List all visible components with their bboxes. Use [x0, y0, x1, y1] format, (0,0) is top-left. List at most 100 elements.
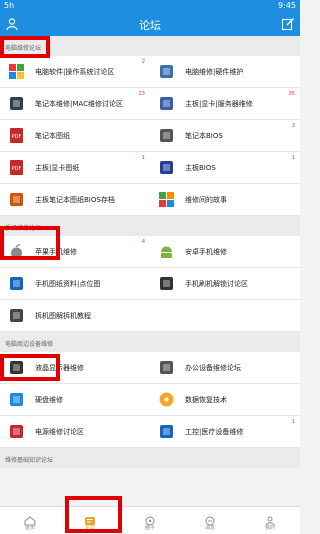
- status-bar: 5h 9:45: [0, 0, 300, 12]
- forum-board-item[interactable]: 办公设备维修论坛: [150, 352, 300, 383]
- windows-icon: [8, 63, 25, 80]
- forum-row: 手机图纸资料|点位图 手机刷机解锁讨论区: [0, 268, 300, 300]
- forum-board-item[interactable]: 电脑软件|操作系统讨论区 2: [0, 56, 150, 87]
- tab-label: 圈子: [144, 525, 155, 531]
- pdf-icon: PDF: [8, 127, 25, 144]
- disc-icon: [158, 391, 175, 408]
- circle-icon: [144, 511, 156, 526]
- forum-board-item[interactable]: 主板|显卡|服务器维修 35: [150, 88, 300, 119]
- forum-board-item[interactable]: 手机刷机解锁讨论区: [150, 268, 300, 299]
- forum-row: 苹果手机维修 4 安卓手机维修: [0, 236, 300, 268]
- apple-icon: [8, 243, 25, 260]
- forum-board-item[interactable]: 主板笔记本图纸BIOS存档: [0, 184, 150, 215]
- svg-text:PDF: PDF: [12, 134, 22, 140]
- forum-board-item[interactable]: 电源维修讨论区: [0, 416, 150, 447]
- forum-icon: [84, 511, 96, 525]
- forum-board-item[interactable]: 主板BIOS 1: [150, 152, 300, 183]
- forum-row: 电源维修讨论区 工控|医疗设备维修 1: [0, 416, 300, 448]
- monitor-icon: [8, 359, 25, 376]
- server-icon: [158, 95, 175, 112]
- forum-row: 电脑软件|操作系统讨论区 2 电脑维修|硬件维护: [0, 56, 300, 88]
- tab-label: 论坛: [84, 525, 95, 531]
- forum-board-label: 维修间的故事: [185, 196, 227, 204]
- section-header: 手机维修论坛: [0, 216, 300, 236]
- new-post-count-badge: 35: [288, 91, 295, 97]
- forum-board-item[interactable]: 手机图纸资料|点位图: [0, 268, 150, 299]
- forum-board-item[interactable]: 液晶显示器维修: [0, 352, 150, 383]
- section-title: 电脑周边设备维修: [5, 341, 54, 348]
- forum-board-item[interactable]: 安卓手机维修: [150, 236, 300, 267]
- new-post-count-badge: 2: [141, 59, 145, 65]
- bios-icon: [158, 159, 175, 176]
- forum-board-item[interactable]: 数据恢复技术: [150, 384, 300, 415]
- forum-list: 电脑维修论坛电脑软件|操作系统讨论区 2 电脑维修|硬件维护笔记本维修|MAC维修讨…: [0, 36, 300, 506]
- android-icon: [158, 243, 175, 260]
- section-title: 电脑维修论坛: [5, 45, 42, 52]
- tab-profile[interactable]: 我的: [240, 507, 300, 534]
- tab-home[interactable]: 首页: [0, 507, 60, 534]
- story-icon: [158, 191, 175, 208]
- forum-board-label: 硬盘维修: [35, 396, 63, 404]
- forum-board-label: 主板|显卡图纸: [35, 164, 80, 172]
- forum-board-label: 手机图纸资料|点位图: [35, 280, 101, 288]
- forum-board-item[interactable]: 电脑维修|硬件维护: [150, 56, 300, 87]
- tab-message[interactable]: 消息: [180, 507, 240, 534]
- forum-board-item[interactable]: 苹果手机维修 4: [0, 236, 150, 267]
- new-post-count-badge: 1: [141, 155, 145, 161]
- forum-row: 硬盘维修 数据恢复技术: [0, 384, 300, 416]
- forum-row: 拆机图解拆机教程: [0, 300, 300, 332]
- forum-board-item[interactable]: PDF 主板|显卡图纸 1: [0, 152, 150, 183]
- forum-board-item[interactable]: 工控|医疗设备维修 1: [150, 416, 300, 447]
- new-post-count-badge: 1: [291, 155, 295, 161]
- forum-row: PDF 主板|显卡图纸 1 主板BIOS 1: [0, 152, 300, 184]
- message-icon: [204, 511, 216, 526]
- new-post-count-badge: 4: [141, 239, 145, 245]
- pc-icon: [158, 63, 175, 80]
- home-icon: [24, 511, 36, 526]
- forum-board-item[interactable]: 拆机图解拆机教程: [0, 300, 150, 331]
- hdd-icon: [8, 391, 25, 408]
- forum-board-label: 主板|显卡|服务器维修: [185, 100, 253, 108]
- forum-board-label: 电源维修讨论区: [35, 428, 84, 436]
- forum-board-item[interactable]: PDF 笔记本图纸: [0, 120, 150, 151]
- pdf-icon: PDF: [8, 159, 25, 176]
- forum-board-item[interactable]: 维修间的故事: [150, 184, 300, 215]
- tab-label: 我的: [264, 525, 275, 531]
- bottom-tab-bar: 首页 论坛 圈子 消息 我的: [0, 506, 300, 534]
- phone-icon: [158, 275, 175, 292]
- printer-icon: [158, 359, 175, 376]
- forum-row: 液晶显示器维修 办公设备维修论坛: [0, 352, 300, 384]
- new-post-count-badge: 23: [138, 91, 145, 97]
- status-time: 9:45: [278, 1, 296, 10]
- forum-board-label: 主板BIOS: [185, 164, 216, 172]
- forum-board-label: 笔记本图纸: [35, 132, 70, 140]
- edit-icon[interactable]: [281, 17, 295, 31]
- tab-forum[interactable]: 论坛: [60, 507, 120, 534]
- forum-board-label: 苹果手机维修: [35, 248, 77, 256]
- tab-circle[interactable]: 圈子: [120, 507, 180, 534]
- svg-text:PDF: PDF: [12, 166, 22, 172]
- tab-label: 消息: [204, 525, 215, 531]
- forum-board-label: 拆机图解拆机教程: [35, 312, 91, 320]
- forum-board-item[interactable]: 笔记本维修|MAC维修讨论区 23: [0, 88, 150, 119]
- parts-icon: [8, 307, 25, 324]
- forum-board-label: 手机刷机解锁讨论区: [185, 280, 248, 288]
- forum-board-label: 主板笔记本图纸BIOS存档: [35, 196, 115, 204]
- profile-icon: [264, 511, 276, 526]
- chip-icon: [158, 127, 175, 144]
- app-bar: 论坛: [0, 12, 300, 36]
- laptop-icon: [8, 95, 25, 112]
- forum-board-label: 笔记本BIOS: [185, 132, 223, 140]
- forum-row: PDF 笔记本图纸 笔记本BIOS 3: [0, 120, 300, 152]
- forum-board-item[interactable]: 笔记本BIOS 3: [150, 120, 300, 151]
- forum-board-label: 安卓手机维修: [185, 248, 227, 256]
- pin-icon: [8, 275, 25, 292]
- forum-board-label: 办公设备维修论坛: [185, 364, 241, 372]
- forum-board-label: 电脑维修|硬件维护: [185, 68, 244, 76]
- robot-icon: [158, 423, 175, 440]
- forum-board-label: 工控|医疗设备维修: [185, 428, 244, 436]
- forum-board-item[interactable]: 硬盘维修: [0, 384, 150, 415]
- forum-row: 笔记本维修|MAC维修讨论区 23 主板|显卡|服务器维修 35: [0, 88, 300, 120]
- tab-label: 首页: [24, 525, 35, 531]
- section-title: 维修基础知识论坛: [5, 457, 54, 464]
